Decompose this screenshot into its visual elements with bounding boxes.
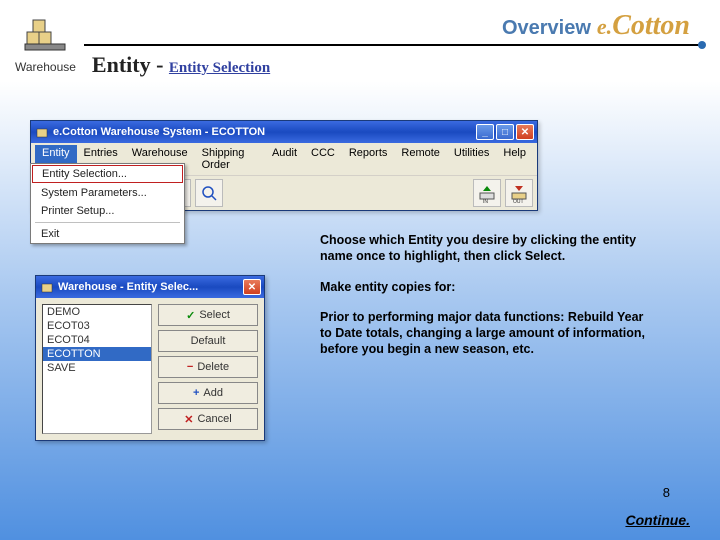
menu-shipping-order[interactable]: Shipping Order bbox=[195, 145, 265, 173]
titlebar[interactable]: e.Cotton Warehouse System - ECOTTON _ □ … bbox=[31, 121, 537, 143]
add-button[interactable]: +Add bbox=[158, 382, 258, 404]
window-title: e.Cotton Warehouse System - ECOTTON bbox=[53, 126, 476, 138]
menu-ccc[interactable]: CCC bbox=[304, 145, 342, 173]
select-button[interactable]: ✓Select bbox=[158, 304, 258, 326]
page-heading: Entity - Entity Selection bbox=[92, 52, 700, 78]
warehouse-block: Warehouse bbox=[15, 10, 76, 74]
overview-text: Overview bbox=[502, 17, 591, 40]
toolbar-btn-6[interactable] bbox=[195, 179, 223, 207]
divider-line bbox=[84, 44, 700, 46]
continue-link[interactable]: Continue. bbox=[625, 512, 690, 528]
entity-listbox[interactable]: DEMO ECOT03 ECOT04 ECOTTON SAVE bbox=[42, 304, 152, 434]
dialog-titlebar[interactable]: Warehouse - Entity Selec... ✕ bbox=[36, 276, 264, 298]
minimize-button[interactable]: _ bbox=[476, 124, 494, 140]
dropdown-system-parameters[interactable]: System Parameters... bbox=[31, 184, 184, 202]
x-icon: ✕ bbox=[184, 413, 193, 426]
minus-icon: − bbox=[187, 361, 193, 373]
dialog-title: Warehouse - Entity Selec... bbox=[58, 281, 243, 293]
dropdown-printer-setup[interactable]: Printer Setup... bbox=[31, 202, 184, 220]
toolbar-btn-in[interactable]: IN bbox=[473, 179, 501, 207]
warehouse-icon bbox=[15, 10, 75, 58]
menu-help[interactable]: Help bbox=[496, 145, 533, 173]
svg-text:IN: IN bbox=[483, 199, 488, 203]
menu-utilities[interactable]: Utilities bbox=[447, 145, 496, 173]
entity-selection-dialog: Warehouse - Entity Selec... ✕ DEMO ECOT0… bbox=[35, 275, 265, 441]
dialog-close-button[interactable]: ✕ bbox=[243, 279, 261, 295]
dropdown-separator bbox=[35, 222, 180, 223]
entity-dropdown: Entity Selection... System Parameters...… bbox=[30, 163, 185, 244]
maximize-button[interactable]: □ bbox=[496, 124, 514, 140]
app-icon bbox=[35, 125, 49, 139]
entity-row[interactable]: ECOTTON bbox=[43, 347, 151, 361]
menu-remote[interactable]: Remote bbox=[394, 145, 447, 173]
cancel-button[interactable]: ✕Cancel bbox=[158, 408, 258, 430]
warehouse-label: Warehouse bbox=[15, 60, 76, 74]
brand-logo: e.Cotton bbox=[597, 10, 690, 42]
check-icon: ✓ bbox=[186, 309, 195, 322]
plus-icon: + bbox=[193, 387, 199, 399]
entity-row[interactable]: DEMO bbox=[43, 305, 151, 319]
instruction-p3: Prior to performing major data functions… bbox=[320, 309, 650, 358]
instruction-p1: Choose which Entity you desire by clicki… bbox=[320, 232, 650, 265]
dropdown-entity-selection[interactable]: Entity Selection... bbox=[32, 165, 183, 183]
entity-row[interactable]: ECOT04 bbox=[43, 333, 151, 347]
menu-audit[interactable]: Audit bbox=[265, 145, 304, 173]
instruction-p2: Make entity copies for: bbox=[320, 279, 650, 295]
default-button[interactable]: Default bbox=[158, 330, 258, 352]
page-number: 8 bbox=[663, 485, 670, 500]
entity-row[interactable]: SAVE bbox=[43, 361, 151, 375]
svg-text:OUT: OUT bbox=[513, 199, 524, 203]
menu-reports[interactable]: Reports bbox=[342, 145, 395, 173]
delete-button[interactable]: −Delete bbox=[158, 356, 258, 378]
brand-row: Overview e.Cotton bbox=[84, 10, 700, 42]
instructions-block: Choose which Entity you desire by clicki… bbox=[320, 232, 650, 372]
toolbar-btn-out[interactable]: OUT bbox=[505, 179, 533, 207]
close-button[interactable]: ✕ bbox=[516, 124, 534, 140]
dialog-icon bbox=[40, 280, 54, 294]
entity-row[interactable]: ECOT03 bbox=[43, 319, 151, 333]
dropdown-exit[interactable]: Exit bbox=[31, 225, 184, 243]
